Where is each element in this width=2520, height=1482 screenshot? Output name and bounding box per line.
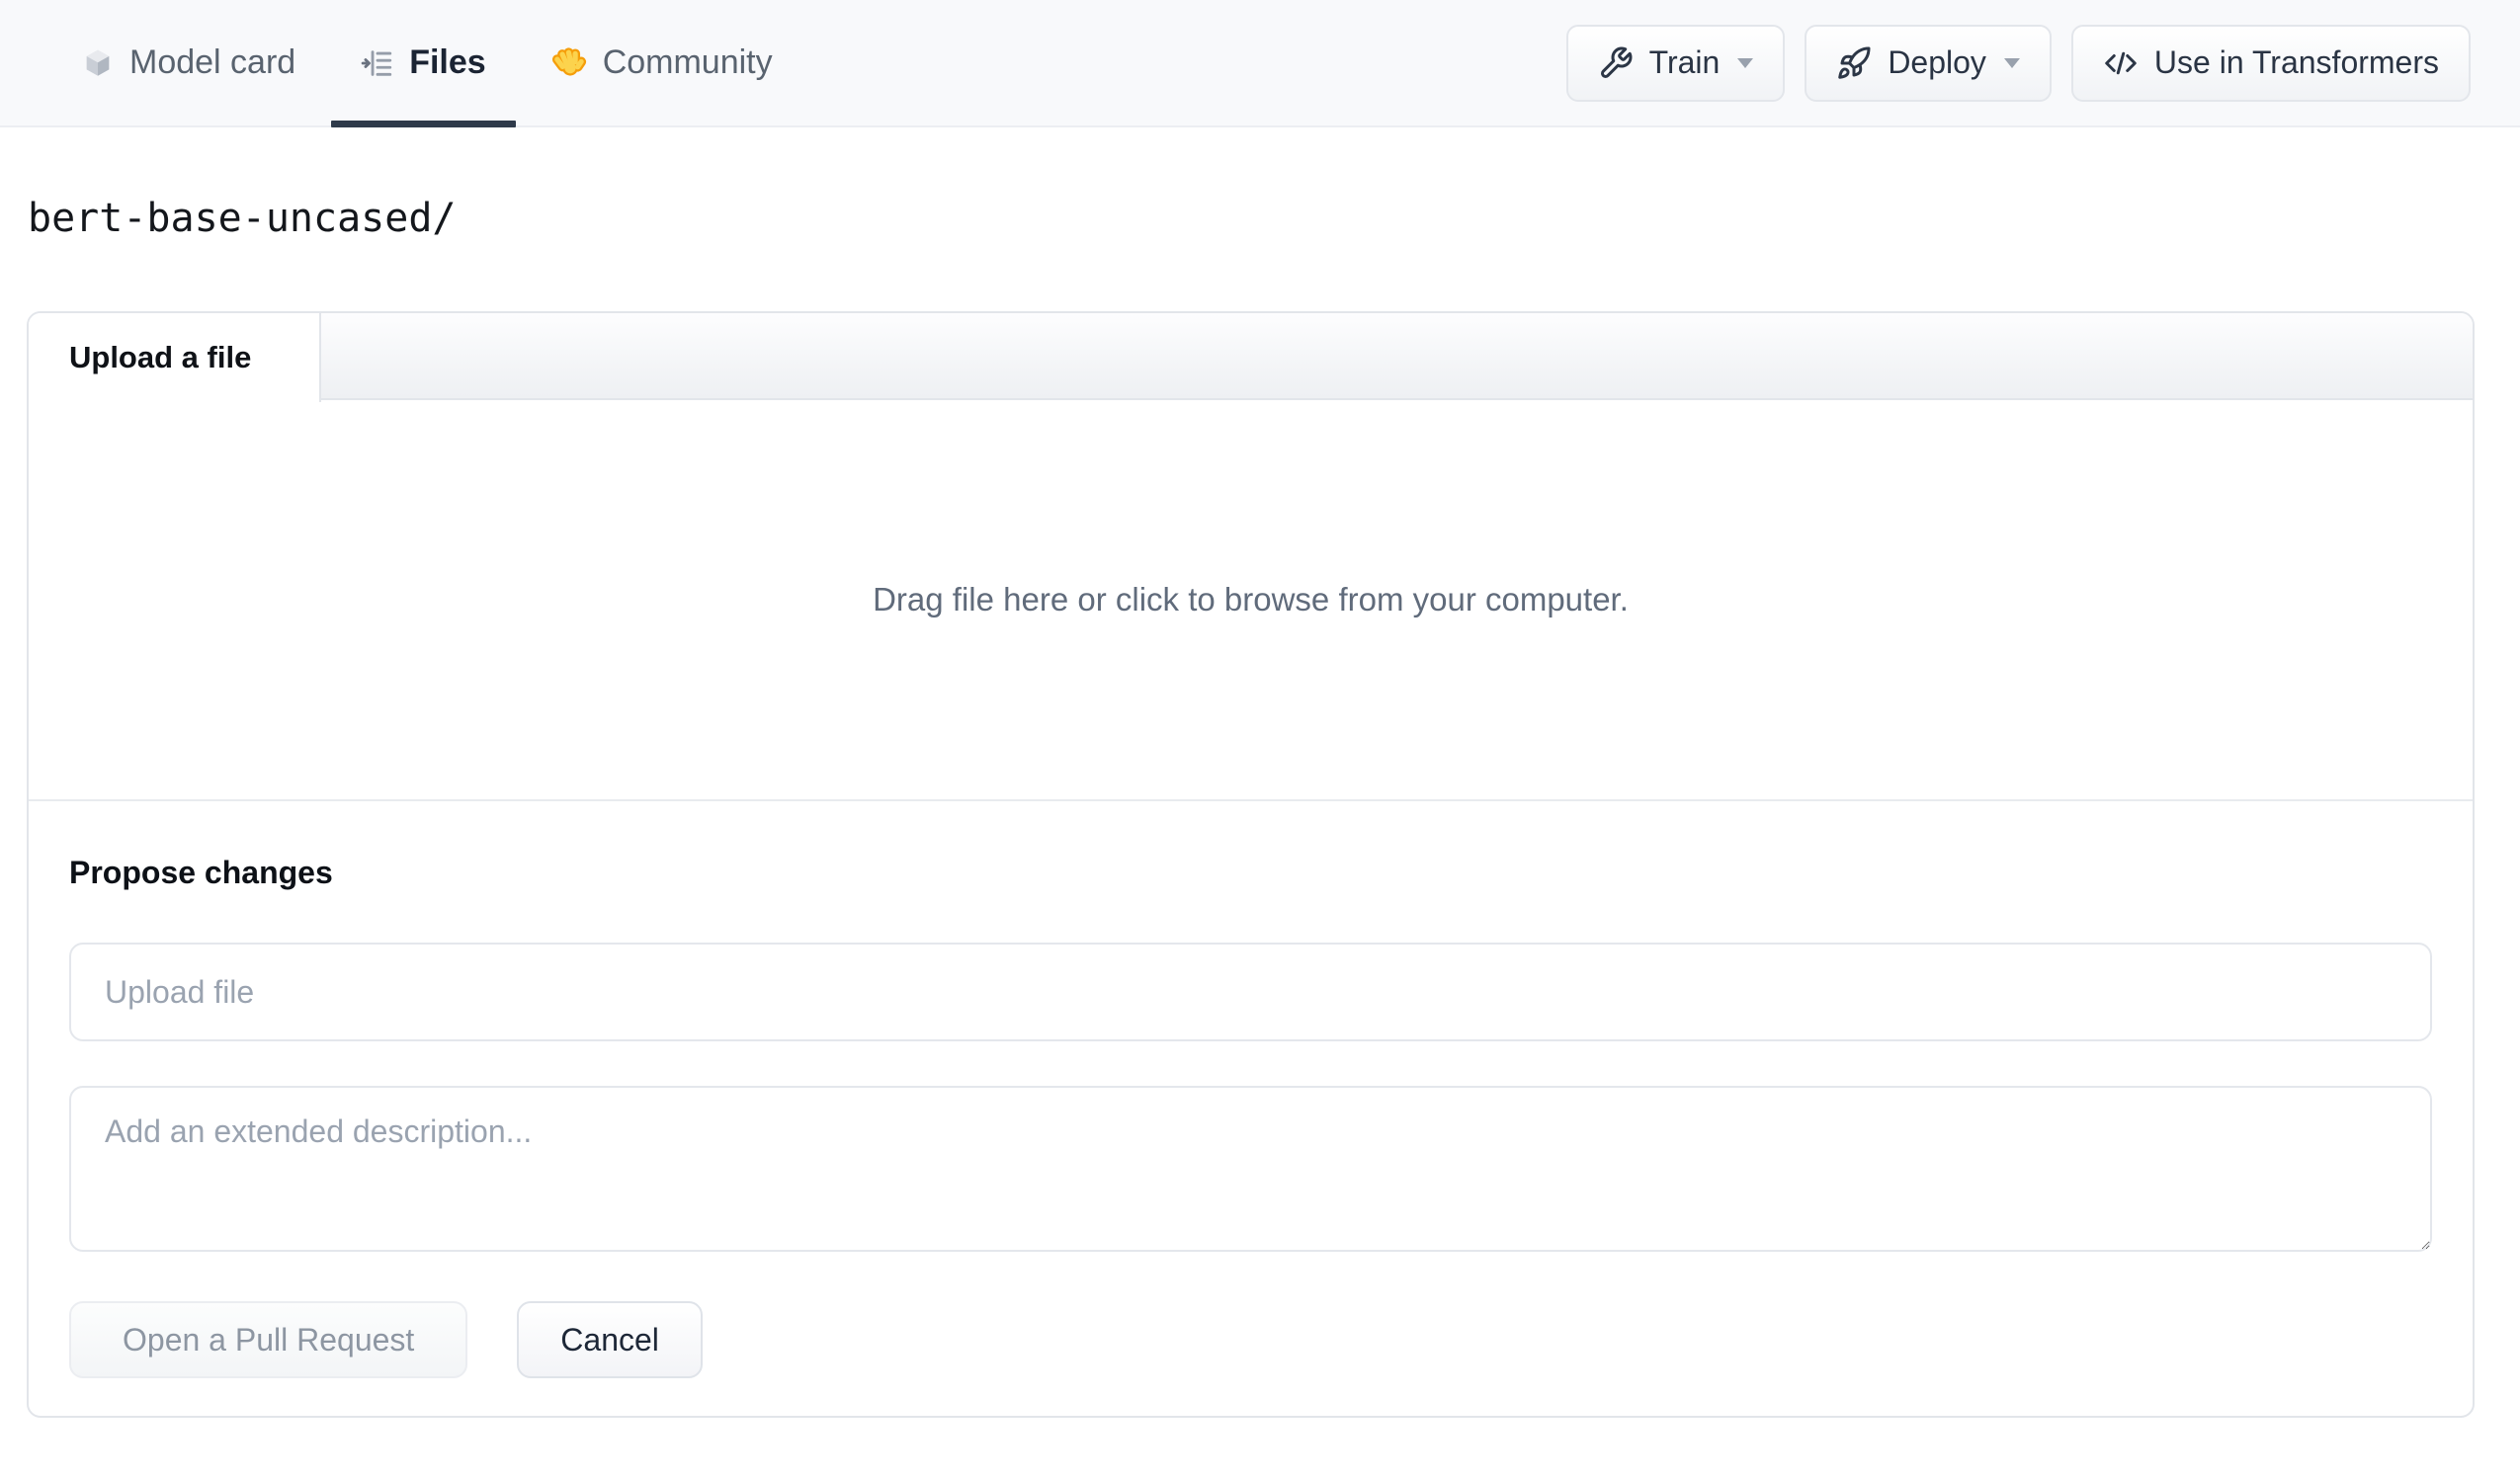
cancel-button[interactable]: Cancel: [517, 1301, 703, 1378]
file-dropzone[interactable]: Drag file here or click to browse from y…: [29, 400, 2473, 801]
propose-changes-heading: Propose changes: [69, 855, 333, 890]
tab-label: Model card: [129, 43, 296, 81]
upload-file-input[interactable]: [69, 943, 2432, 1041]
propose-changes-section: Propose changes Open a Pull Request Canc…: [29, 801, 2473, 1416]
deploy-button[interactable]: Deploy: [1805, 24, 2052, 102]
upload-card: Upload a file Drag file here or click to…: [27, 311, 2475, 1418]
upload-card-tabbar: Upload a file: [29, 313, 2473, 402]
rocket-icon: [1836, 45, 1872, 81]
tab-model-card[interactable]: Model card: [51, 0, 325, 125]
waving-hand-icon: [551, 44, 588, 81]
wrench-icon: [1598, 45, 1634, 81]
cube-icon: [81, 46, 115, 80]
tab-label: Files: [409, 43, 486, 81]
upload-a-file-tab[interactable]: Upload a file: [29, 313, 321, 402]
tab-files[interactable]: Files: [331, 0, 517, 127]
code-icon: [2103, 45, 2139, 81]
tab-label: Community: [602, 43, 773, 81]
repo-action-buttons: Train Deploy Use in Transformers: [1565, 0, 2471, 125]
propose-actions-row: Open a Pull Request Cancel: [69, 1301, 2432, 1378]
use-in-transformers-button[interactable]: Use in Transformers: [2070, 24, 2471, 102]
chevron-down-icon: [2003, 57, 2020, 68]
train-button[interactable]: Train: [1565, 24, 1786, 102]
button-label: Use in Transformers: [2153, 44, 2439, 80]
dropzone-text: Drag file here or click to browse from y…: [873, 581, 1629, 618]
chevron-down-icon: [1737, 57, 1754, 68]
button-label: Train: [1648, 44, 1721, 80]
extended-description-textarea[interactable]: [69, 1086, 2432, 1252]
tab-community[interactable]: Community: [522, 0, 802, 125]
open-pull-request-button[interactable]: Open a Pull Request: [69, 1301, 468, 1378]
repo-nav-tabs: Model card Files Community: [51, 0, 808, 127]
repo-header: Model card Files Community Train Deploy …: [0, 0, 2520, 127]
button-label: Deploy: [1888, 44, 1986, 80]
files-icon: [361, 46, 394, 80]
breadcrumb[interactable]: bert-base-uncased/: [28, 199, 456, 238]
